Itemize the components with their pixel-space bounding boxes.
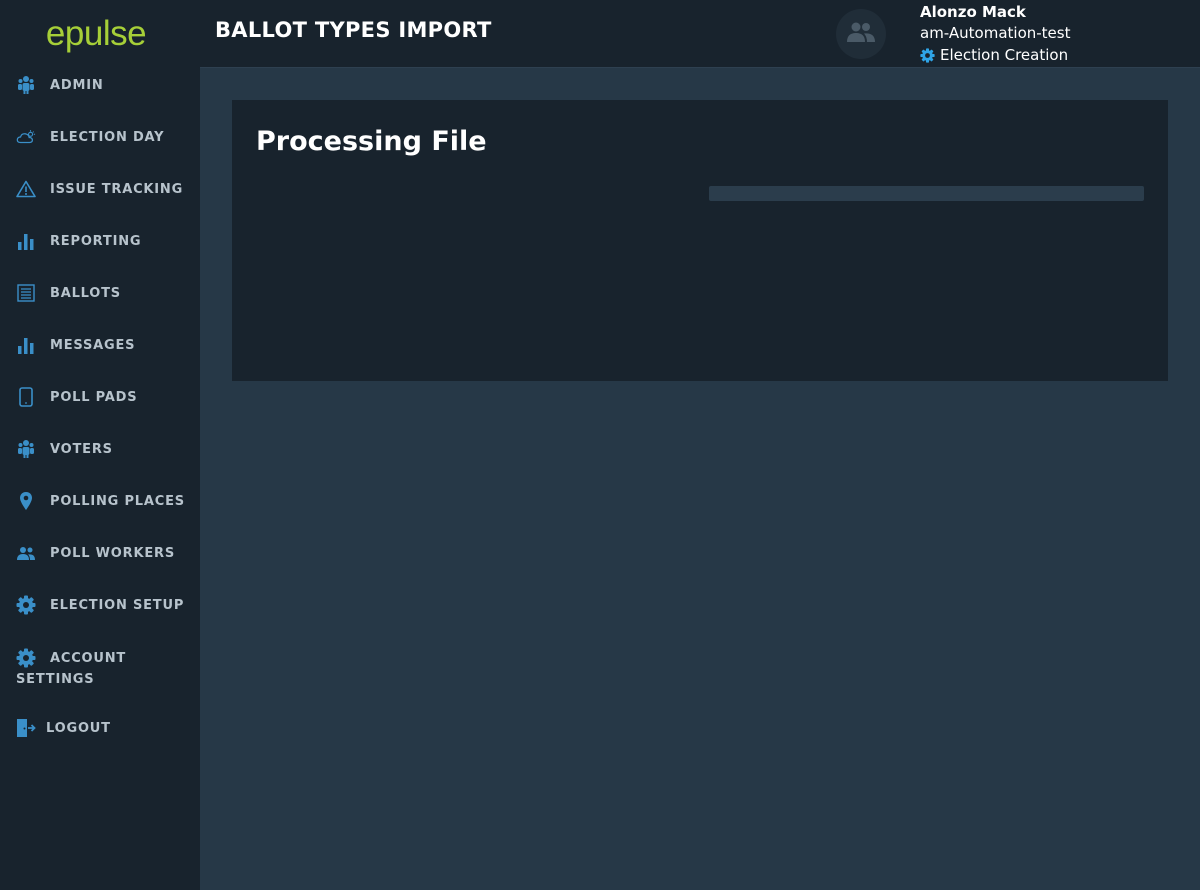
sidebar-item-reporting[interactable]: REPORTING (16, 231, 141, 251)
admin-people-icon (16, 439, 36, 459)
gear-icon (16, 648, 36, 668)
sidebar-item-ballots[interactable]: BALLOTS (16, 283, 121, 303)
bar-chart-icon (16, 231, 36, 251)
top-bar: BALLOT TYPES IMPORT Alonzo Mack am-Autom… (200, 0, 1200, 68)
sidebar-item-admin[interactable]: ADMIN (16, 75, 104, 95)
sidebar: epulse ADMIN ELECTION DAY ISSUE TRACKING… (0, 0, 200, 890)
card-title: Processing File (256, 126, 487, 157)
sidebar-item-election-setup[interactable]: ELECTION SETUP (16, 595, 184, 615)
admin-people-icon (16, 75, 36, 95)
logo-text: epulse (45, 14, 147, 53)
user-info: Alonzo Mack am-Automation-test Election … (920, 2, 1070, 66)
ballot-list-icon (16, 283, 36, 303)
weather-cloud-icon (16, 127, 36, 147)
sidebar-item-account-settings[interactable]: ACCOUNT SETTINGS (16, 648, 126, 687)
page-title: BALLOT TYPES IMPORT (215, 18, 492, 42)
warning-icon (16, 179, 36, 199)
sidebar-item-logout[interactable]: LOGOUT (16, 718, 111, 738)
map-pin-icon (16, 491, 36, 511)
sidebar-item-poll-workers[interactable]: POLL WORKERS (16, 543, 175, 563)
sidebar-item-polling-places[interactable]: POLLING PLACES (16, 491, 185, 511)
sidebar-item-election-day[interactable]: ELECTION DAY (16, 127, 164, 147)
processing-card: Processing File (232, 100, 1168, 381)
users-icon (16, 543, 36, 563)
sidebar-item-voters[interactable]: VOTERS (16, 439, 113, 459)
epulse-logo[interactable]: epulse (0, 0, 200, 68)
sidebar-item-messages[interactable]: MESSAGES (16, 335, 135, 355)
tablet-icon (16, 387, 36, 407)
user-avatar[interactable] (836, 9, 886, 59)
progress-bar (709, 186, 1144, 201)
user-role-label: Election Creation (940, 46, 1069, 64)
logout-door-icon (16, 718, 36, 738)
user-name: Alonzo Mack (920, 3, 1026, 21)
gear-icon (16, 595, 36, 615)
user-role-link[interactable]: Election Creation (920, 44, 1070, 66)
sidebar-item-issue-tracking[interactable]: ISSUE TRACKING (16, 179, 183, 199)
bar-chart-icon (16, 335, 36, 355)
user-organization: am-Automation-test (920, 24, 1071, 42)
users-icon (846, 21, 876, 47)
gear-icon (920, 47, 935, 63)
sidebar-item-poll-pads[interactable]: POLL PADS (16, 387, 137, 407)
